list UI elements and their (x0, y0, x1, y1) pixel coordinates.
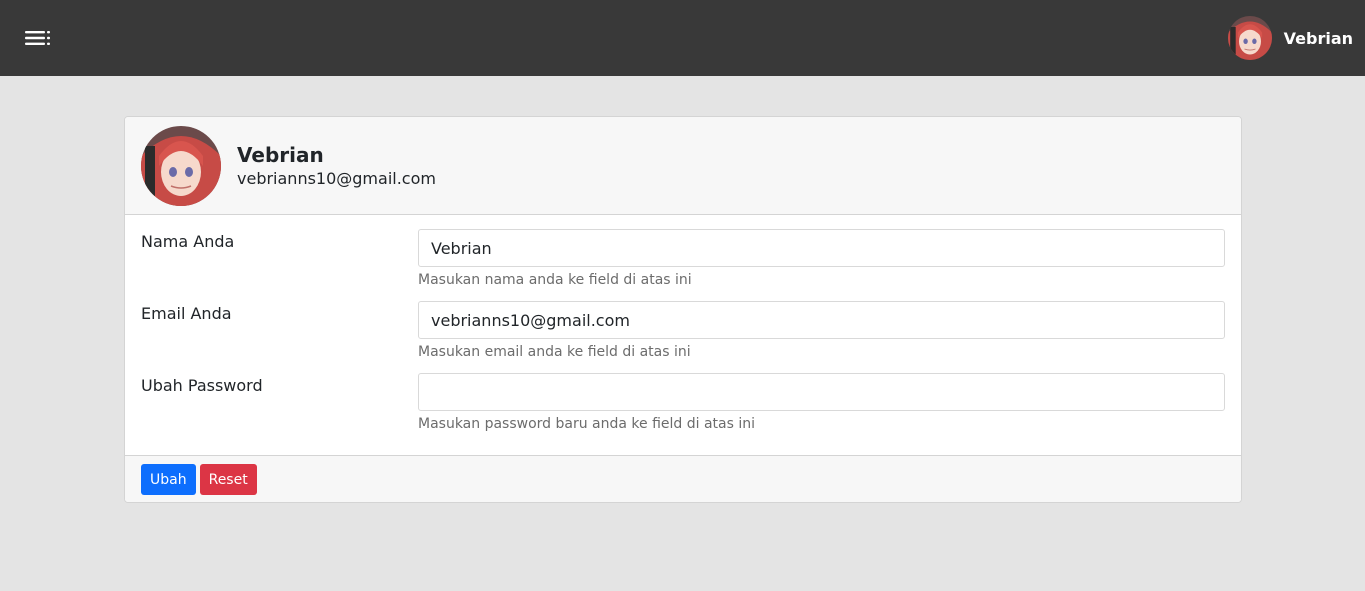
email-field-group: Masukan email anda ke field di atas ini (418, 301, 1225, 373)
form-row-name: Nama Anda Masukan nama anda ke field di … (141, 229, 1225, 301)
email-input[interactable] (418, 301, 1225, 339)
profile-card-footer: Ubah Reset (125, 455, 1241, 502)
user-menu[interactable]: Vebrian (1227, 16, 1353, 60)
name-field-group: Masukan nama anda ke field di atas ini (418, 229, 1225, 301)
email-label: Email Anda (141, 304, 232, 323)
form-row-email: Email Anda Masukan email anda ke field d… (141, 301, 1225, 373)
name-label: Nama Anda (141, 232, 235, 251)
hamburger-menu-icon (25, 31, 50, 45)
profile-card-header: Vebrian vebrianns10@gmail.com (125, 117, 1241, 215)
navbar-user-name: Vebrian (1283, 28, 1353, 48)
password-input[interactable] (418, 373, 1225, 411)
avatar (1227, 16, 1272, 60)
profile-card: Vebrian vebrianns10@gmail.com Nama Anda … (124, 116, 1242, 503)
profile-form: Nama Anda Masukan nama anda ke field di … (125, 215, 1241, 455)
sidebar-toggle-button[interactable] (24, 27, 52, 49)
email-help-text: Masukan email anda ke field di atas ini (418, 344, 691, 360)
password-label: Ubah Password (141, 376, 263, 395)
submit-button[interactable]: Ubah (141, 464, 196, 495)
form-row-password: Ubah Password Masukan password baru anda… (141, 373, 1225, 445)
profile-info: Vebrian vebrianns10@gmail.com (237, 142, 436, 190)
top-navbar: Vebrian (0, 0, 1365, 76)
reset-button[interactable]: Reset (199, 464, 257, 495)
profile-email: vebrianns10@gmail.com (237, 168, 436, 188)
password-field-group: Masukan password baru anda ke field di a… (418, 373, 1225, 445)
password-help-text: Masukan password baru anda ke field di a… (418, 416, 756, 432)
profile-name: Vebrian (237, 142, 324, 167)
name-input[interactable] (418, 229, 1225, 267)
profile-avatar (141, 125, 221, 206)
name-help-text: Masukan nama anda ke field di atas ini (418, 272, 692, 288)
